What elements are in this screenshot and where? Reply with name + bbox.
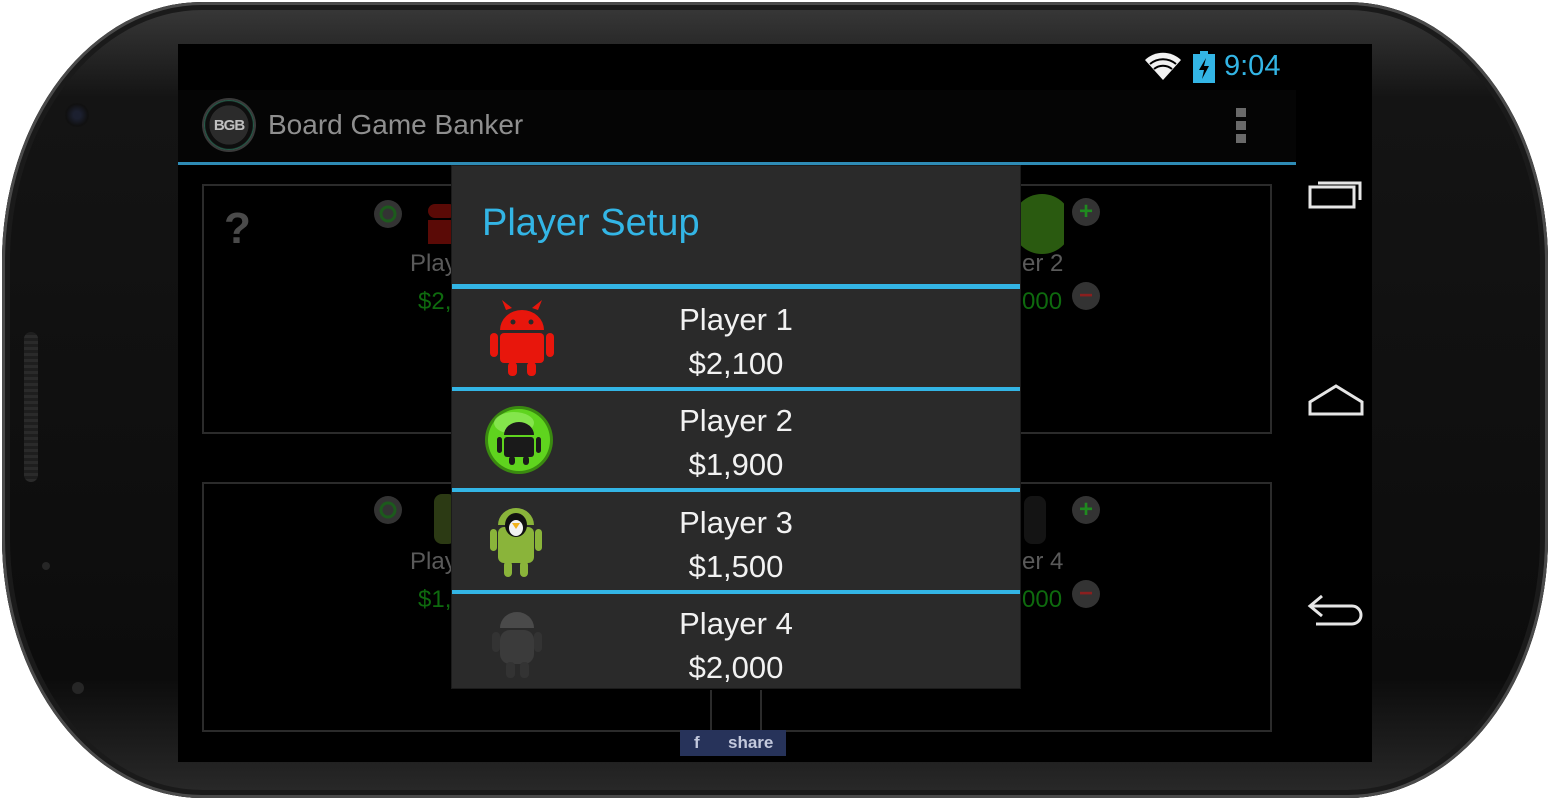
sensor-dot <box>42 562 50 570</box>
divider-line <box>710 690 712 730</box>
dark-android-icon <box>1024 496 1046 544</box>
player-amount: $1,500 <box>688 549 784 584</box>
player-name-fragment: er 2 <box>1022 250 1064 277</box>
row-divider <box>452 488 1020 492</box>
add-money-button[interactable]: + <box>1072 496 1100 524</box>
clock: 9:04 <box>1224 50 1281 82</box>
player-name-fragment: er 4 <box>1022 548 1064 575</box>
subtract-money-button[interactable]: − <box>1072 580 1100 608</box>
overflow-menu-icon[interactable] <box>1236 108 1250 148</box>
green-orb-android-icon <box>1020 194 1064 254</box>
speaker-grille <box>24 332 38 482</box>
recent-apps-icon[interactable] <box>1308 178 1364 210</box>
dialog-title: Player Setup <box>482 202 700 244</box>
player-amount: $2,100 <box>688 346 784 381</box>
player-amount: $1,900 <box>688 447 784 482</box>
player-name: Player 4 <box>679 606 793 641</box>
player-name: Player 1 <box>679 302 793 337</box>
status-bar: 9:04 <box>178 44 1372 90</box>
dialog-title-divider <box>452 284 1020 289</box>
sensor-dot <box>72 682 84 694</box>
player-name: Player 2 <box>679 403 793 438</box>
add-money-button[interactable]: + <box>1072 198 1100 226</box>
player-amount-fragment: $2, <box>418 288 452 315</box>
red-devil-android-icon <box>490 300 554 376</box>
player-name-fragment: Play <box>410 250 457 277</box>
home-icon[interactable] <box>1308 382 1364 418</box>
player-amount: $2,000 <box>688 650 784 685</box>
front-camera <box>64 102 90 128</box>
action-bar: BGB Board Game Banker <box>178 90 1296 165</box>
back-icon[interactable] <box>1306 592 1368 628</box>
battery-charging-icon <box>1193 51 1215 83</box>
facebook-icon: f <box>694 733 700 752</box>
player-row-4[interactable]: Player 4 $2,000 <box>452 594 1020 691</box>
player-name-fragment: Play <box>410 548 457 575</box>
facebook-share-button[interactable]: f share <box>680 730 786 756</box>
wifi-icon <box>1145 52 1181 80</box>
refresh-icon[interactable] <box>374 496 402 524</box>
player-amount-fragment: $1, <box>418 586 452 613</box>
player-row-3[interactable]: Player 3 $1,500 <box>452 493 1020 594</box>
green-orb-android-icon <box>485 406 553 474</box>
player-amount-fragment: 000 <box>1022 586 1063 613</box>
player-row-1[interactable]: Player 1 $2,100 <box>452 290 1020 391</box>
player-row-2[interactable]: Player 2 $1,900 <box>452 391 1020 492</box>
screen: 9:04 BGB Board Game Banker ? Play $2, er… <box>178 44 1372 762</box>
share-label: share <box>728 733 774 752</box>
player-amount-fragment: 000 <box>1022 288 1063 315</box>
app-logo[interactable]: BGB <box>204 100 254 150</box>
linux-penguin-android-icon <box>490 508 542 577</box>
dark-android-icon <box>492 612 542 678</box>
subtract-money-button[interactable]: − <box>1072 282 1100 310</box>
player-setup-dialog: Player Setup Player 1 $2,100 Player 2 $1… <box>452 166 1020 688</box>
app-title: Board Game Banker <box>268 109 524 140</box>
player-name: Player 3 <box>679 505 793 540</box>
help-icon[interactable]: ? <box>224 204 251 254</box>
phone-frame: 9:04 BGB Board Game Banker ? Play $2, er… <box>2 2 1548 798</box>
refresh-icon[interactable] <box>374 200 402 228</box>
divider-line <box>760 690 762 730</box>
